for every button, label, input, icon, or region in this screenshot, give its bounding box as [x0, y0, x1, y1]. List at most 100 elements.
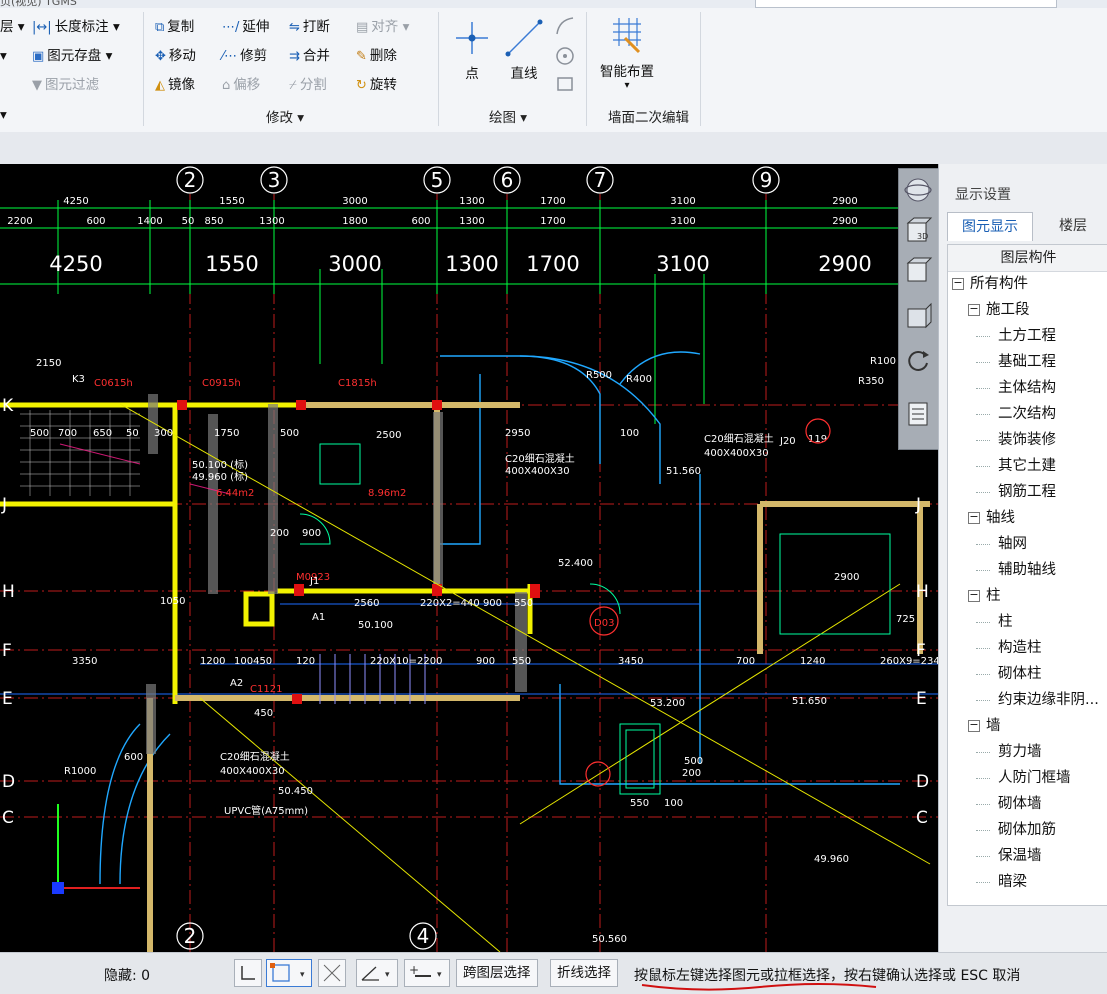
dimension-button[interactable]: |↔| 长度标注 ▾	[32, 16, 120, 38]
cad-drawing[interactable]: 2 3 5 6 7 9 2 4 K J H F E D C J H F E D	[0, 164, 938, 952]
collapse-toggle-icon[interactable]: −	[968, 303, 980, 316]
rotate-button[interactable]: ↻ 旋转	[356, 74, 397, 96]
box-view-icon[interactable]	[903, 301, 933, 331]
view-3d-icon[interactable]: 3D	[903, 215, 933, 245]
tree-node[interactable]: 其它土建	[998, 453, 1056, 479]
tab-floor-display[interactable]: 楼层显	[1045, 212, 1107, 262]
cube-view-icon[interactable]	[903, 255, 933, 285]
window-title: 页(视见) TGMS	[0, 0, 77, 8]
tree-node[interactable]: 轴网	[998, 531, 1027, 557]
align-button[interactable]: ▤ 对齐 ▾	[356, 16, 409, 38]
extend-button[interactable]: ⋯/延伸	[222, 16, 269, 38]
left-partial-item-1[interactable]: 层 ▾	[0, 16, 25, 38]
break-button[interactable]: ⇋ 打断	[289, 16, 330, 38]
tree-node[interactable]: − 所有构件	[952, 271, 1028, 297]
dim-text: 1300	[459, 216, 484, 227]
cad-drawing-canvas[interactable]: 2 3 5 6 7 9 2 4 K J H F E D C J H F E D	[0, 164, 938, 952]
cad-annotation: 50.560	[592, 934, 627, 945]
cad-annotation: R350	[858, 376, 884, 387]
layer-list-icon[interactable]	[903, 399, 933, 429]
hidden-count: 隐藏: 0	[104, 968, 151, 984]
tree-node[interactable]: 土方工程	[998, 323, 1056, 349]
tree-node[interactable]: 装饰装修	[998, 427, 1056, 453]
cad-annotation: 2560	[354, 598, 379, 609]
tree-node[interactable]: 砌体墙	[998, 791, 1042, 817]
cad-annotation: 260X9=2340	[880, 656, 938, 667]
tree-node[interactable]: − 轴线	[968, 505, 1015, 531]
merge-icon: ⇉	[289, 49, 300, 64]
svg-text:3D: 3D	[917, 232, 928, 241]
mirror-button[interactable]: ◭ 镜像	[155, 74, 195, 96]
rectangle-icon[interactable]	[553, 72, 577, 96]
offset-button[interactable]: ⌂ 偏移	[222, 74, 260, 96]
draw-group-label[interactable]: 绘图 ▾	[489, 106, 527, 126]
tree-node-label: 暗梁	[998, 874, 1027, 890]
tree-node[interactable]: 暗梁	[998, 869, 1027, 895]
circle-icon[interactable]	[553, 44, 577, 68]
tree-node[interactable]: − 柱	[968, 583, 1001, 609]
tree-node[interactable]: 砌体加筋	[998, 817, 1056, 843]
split-button[interactable]: ⌿ 分割	[289, 74, 327, 96]
tree-node[interactable]: 基础工程	[998, 349, 1056, 375]
tree-node[interactable]: 砌体柱	[998, 661, 1042, 687]
tree-node[interactable]: 辅助轴线	[998, 557, 1056, 583]
tree-node[interactable]: − 墙	[968, 713, 1001, 739]
collapse-toggle-icon[interactable]: −	[968, 511, 980, 524]
tree-node[interactable]: 主体结构	[998, 375, 1056, 401]
merge-button[interactable]: ⇉ 合并	[289, 45, 330, 67]
axis-label-left: J	[1, 495, 7, 515]
delete-button[interactable]: ✎ 删除	[356, 45, 397, 67]
dim-text: 3000	[342, 196, 367, 207]
axis-label-bottom: 4	[417, 924, 430, 948]
tree-node[interactable]: − 施工段	[968, 297, 1030, 323]
cross-select-icon[interactable]	[318, 959, 346, 987]
cad-annotation: K3	[72, 374, 85, 385]
tree-node[interactable]: 构造柱	[998, 635, 1042, 661]
left-partial-item-2[interactable]: ▾	[0, 45, 7, 67]
polyline-select-button[interactable]: 折线选择	[550, 959, 618, 987]
left-partial-item-3[interactable]: ▾	[0, 104, 7, 126]
axis-label-top: 2	[184, 168, 197, 192]
svg-text:▾: ▾	[437, 970, 442, 980]
offset-dropdown[interactable]: + ▾	[404, 959, 450, 987]
tree-connector	[976, 440, 990, 441]
tree-node[interactable]: 剪力墙	[998, 739, 1042, 765]
cad-annotation: 300	[154, 428, 173, 439]
smart-layout-button[interactable]: 智能布置 ▾	[594, 16, 660, 91]
filter-element-button[interactable]: ▼ 图元过滤	[32, 74, 99, 96]
tree-node[interactable]: 二次结构	[998, 401, 1056, 427]
cad-annotation: J1	[309, 576, 319, 587]
tree-connector	[976, 752, 990, 753]
move-button[interactable]: ✥ 移动	[155, 45, 196, 67]
cad-annotation: 3450	[618, 656, 643, 667]
cad-annotation: 400X400X30	[220, 766, 285, 777]
dim-text-large: 1550	[205, 252, 258, 276]
save-element-button[interactable]: ▣ 图元存盘 ▾	[32, 45, 112, 67]
tree-node[interactable]: 柱	[998, 609, 1013, 635]
rotate-view-icon[interactable]	[903, 345, 933, 375]
tree-node-label: 基础工程	[998, 354, 1056, 370]
select-mode-dropdown[interactable]: ▾	[266, 959, 312, 987]
arc-icon[interactable]	[553, 14, 577, 38]
collapse-toggle-icon[interactable]: −	[968, 589, 980, 602]
trim-button[interactable]: ⁄⋯ 修剪	[222, 45, 267, 67]
tab-element-display[interactable]: 图元显示	[947, 212, 1033, 241]
tree-node[interactable]: 保温墙	[998, 843, 1042, 869]
cad-annotation: R500	[586, 370, 612, 381]
tree-node[interactable]: 钢筋工程	[998, 479, 1056, 505]
ortho-icon[interactable]	[234, 959, 262, 987]
tree-connector	[976, 804, 990, 805]
copy-button[interactable]: ⧉ 复制	[155, 16, 194, 38]
search-input[interactable]	[755, 0, 1057, 8]
orbit-icon[interactable]	[903, 175, 933, 205]
modify-group-label[interactable]: 修改 ▾	[266, 106, 304, 126]
collapse-toggle-icon[interactable]: −	[968, 719, 980, 732]
tree-node[interactable]: 约束边缘非阴...	[998, 687, 1099, 713]
cross-layer-select-button[interactable]: 跨图层选择	[456, 959, 538, 987]
tree-node[interactable]: 人防门框墙	[998, 765, 1071, 791]
point-button[interactable]: 点	[452, 18, 492, 82]
collapse-toggle-icon[interactable]: −	[952, 277, 964, 290]
angle-dropdown[interactable]: ▾	[356, 959, 398, 987]
line-button[interactable]: 直线	[500, 18, 548, 82]
cad-annotation: J20	[779, 436, 796, 447]
